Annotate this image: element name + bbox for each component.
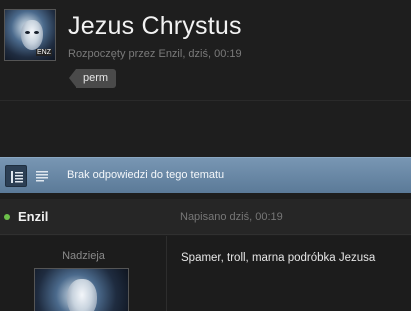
text-view-button[interactable] [31,165,53,187]
list-view-icon [11,171,23,183]
text-view-icon [36,171,48,182]
list-view-button[interactable] [5,165,27,187]
post-author-link[interactable]: Enzil [18,209,48,224]
mask-eye-left [25,31,30,34]
tag-perm[interactable]: perm [68,69,117,88]
topic-header: ENZ Jezus Chrystus Rozpoczęty przez Enzi… [0,0,411,100]
divider [0,100,411,101]
avatar-tag: ENZ [36,49,52,56]
topic-title: Jezus Chrystus [68,12,242,40]
post-date[interactable]: Napisano dziś, 00:19 [180,211,283,223]
topic-author-avatar[interactable]: ENZ [4,9,56,61]
no-replies-message: Brak odpowiedzi do tego tematu [67,169,225,181]
mask-figure [67,279,97,311]
author-column: Nadzieja [0,236,167,311]
author-rank: Nadzieja [62,250,105,262]
topic-meta: Rozpoczęty przez Enzil, dziś, 00:19 [68,48,242,60]
online-status-icon [4,214,10,220]
post-author-avatar[interactable] [34,268,129,311]
post-content: Spamer, troll, marna podróbka Jezusa [181,252,376,264]
post-body: Nadzieja Spamer, troll, marna podróbka J… [0,236,411,311]
mask-figure [21,20,43,50]
mask-eye-right [34,31,39,34]
post-header: Enzil Napisano dziś, 00:19 [0,199,411,235]
topic-toolbar: Brak odpowiedzi do tego tematu [0,157,411,193]
